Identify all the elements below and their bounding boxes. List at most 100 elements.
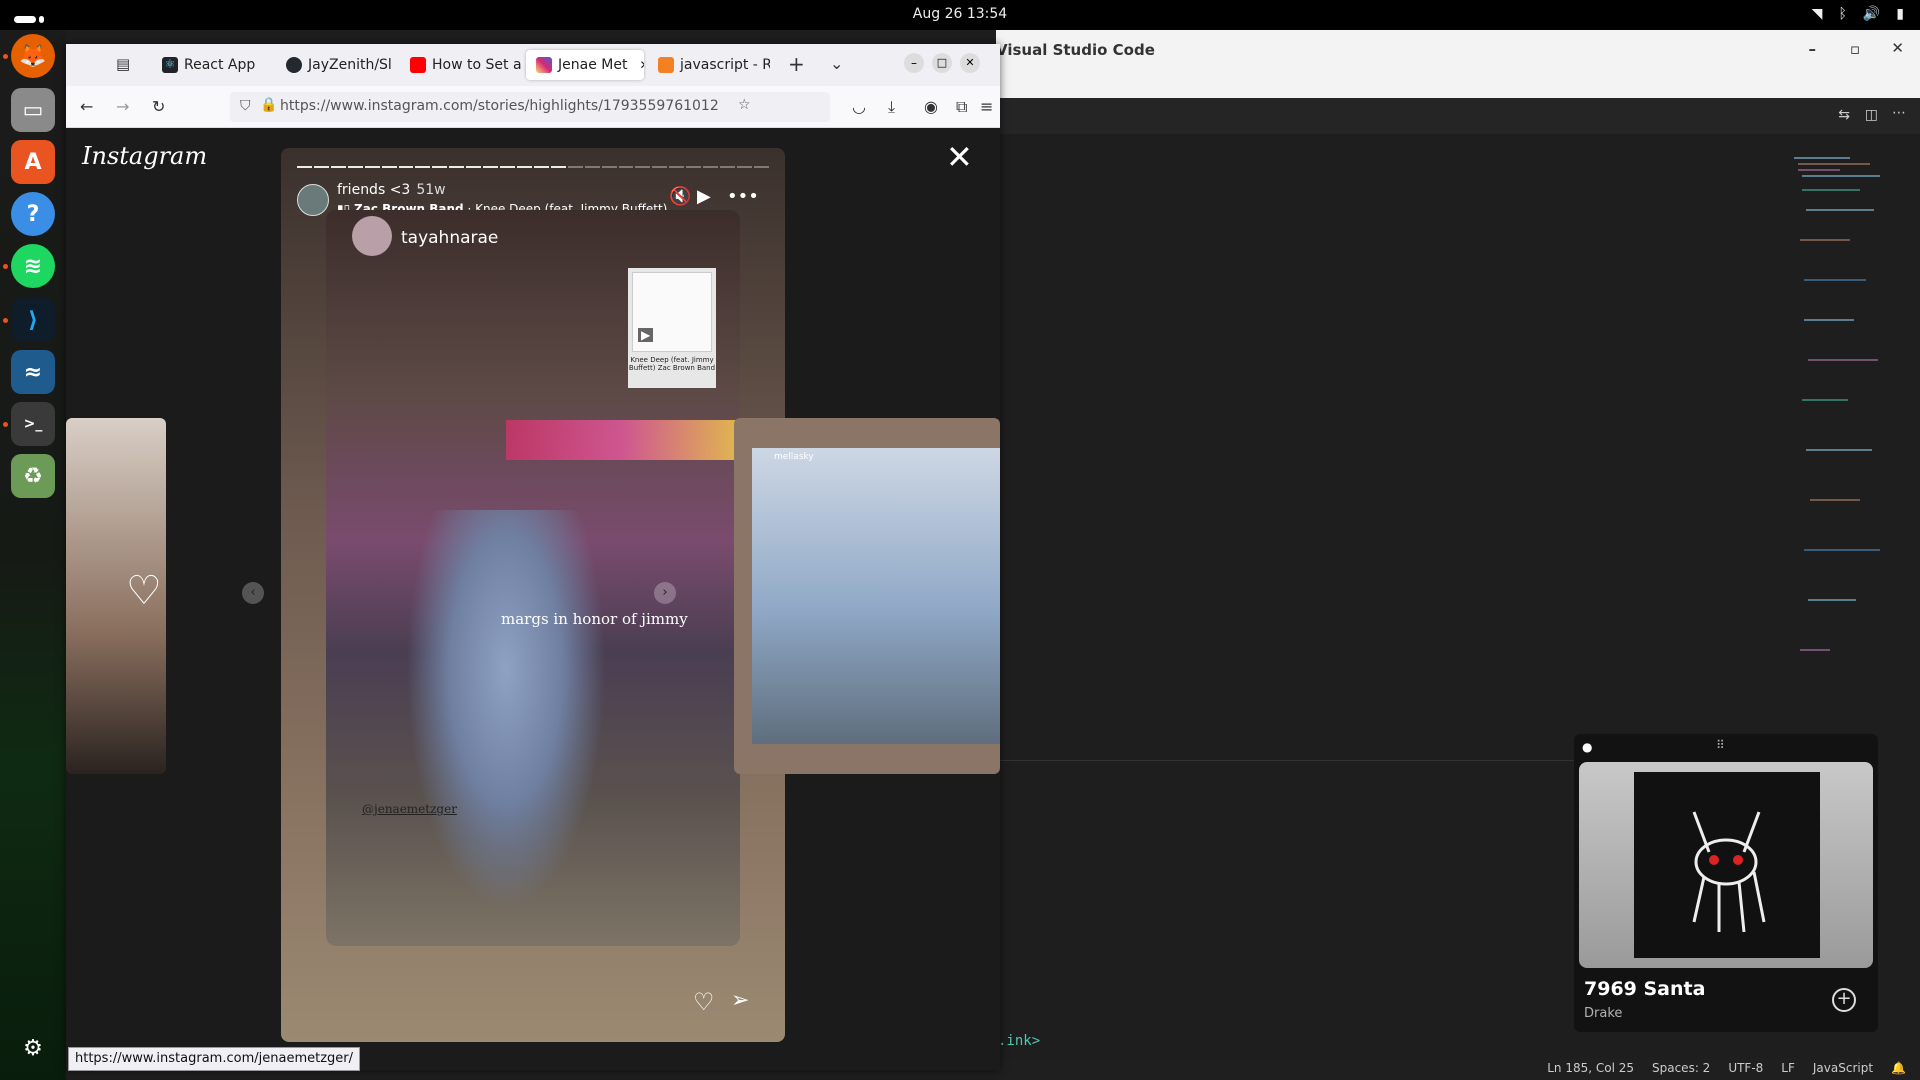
running-indicator	[3, 318, 8, 323]
wifi-icon: ◥	[1811, 6, 1823, 22]
close-tab-icon[interactable]: ✕	[639, 58, 644, 72]
minimize-icon[interactable]: –	[904, 53, 924, 73]
tagged-user-avatar	[352, 216, 392, 256]
maximize-icon[interactable]: □	[932, 53, 952, 73]
help-icon[interactable]: ?	[11, 192, 55, 236]
firefox-window: ▤ ⚛ React App JayZenith/Sl How to Set a …	[66, 44, 1000, 1070]
previous-story-preview[interactable]: ♡	[66, 418, 166, 774]
split-editor-icon[interactable]: ◫	[1865, 107, 1878, 123]
bluetooth-icon: ᛒ	[1838, 6, 1847, 22]
tab-react-app[interactable]: ⚛ React App	[152, 50, 274, 80]
firefox-view-icon[interactable]: ▤	[116, 55, 130, 73]
next-story-user: mellasky	[774, 452, 814, 462]
mention-link[interactable]: @jenaemetzger	[362, 802, 457, 816]
like-icon[interactable]: ♡	[693, 988, 715, 1016]
play-icon[interactable]: ▶	[697, 186, 711, 207]
track-artist[interactable]: Drake	[1584, 1006, 1622, 1021]
running-indicator	[3, 422, 8, 427]
miniplayer-close-icon[interactable]: ●	[1582, 740, 1592, 754]
menu-icon[interactable]: ≡	[980, 97, 993, 116]
new-tab-icon[interactable]: +	[788, 52, 805, 76]
react-icon: ⚛	[162, 57, 178, 73]
language-mode[interactable]: JavaScript	[1813, 1061, 1873, 1075]
account-icon[interactable]: ◉	[924, 97, 938, 116]
trash-icon[interactable]: ♻	[11, 454, 55, 498]
share-icon[interactable]: ➢	[731, 988, 749, 1013]
vscode-icon[interactable]: ⟩	[11, 298, 55, 342]
tab-stackoverflow[interactable]: javascript - R	[648, 50, 770, 80]
drag-handle-icon[interactable]: ⠿	[1716, 738, 1725, 752]
list-tabs-icon[interactable]: ⌄	[830, 54, 843, 73]
notifications-icon[interactable]: 🔔	[1891, 1061, 1906, 1075]
pocket-icon[interactable]: ◡	[852, 97, 866, 116]
bookmark-star-icon[interactable]: ☆	[738, 97, 751, 113]
reload-icon[interactable]: ↻	[152, 97, 165, 116]
music-sticker[interactable]: ▶ Knee Deep (feat. Jimmy Buffett) Zac Br…	[628, 268, 716, 388]
lock-icon[interactable]: 🔒	[260, 97, 277, 113]
story-media: tayahnarae ▶ Knee Deep (feat. Jimmy Buff…	[326, 210, 740, 946]
back-icon[interactable]: ←	[80, 97, 93, 116]
dock: 🦊 ▭ A ? ≋ ⟩ ≈ >_ ♻ ⚙	[0, 30, 66, 1080]
add-to-library-button[interactable]: +	[1832, 988, 1856, 1012]
files-icon[interactable]: ▭	[11, 88, 55, 132]
maximize-icon[interactable]: ▫	[1850, 40, 1860, 58]
stackoverflow-icon	[658, 57, 674, 73]
more-actions-icon[interactable]: ⋯	[1892, 105, 1906, 121]
instagram-logo[interactable]: Instagram	[82, 142, 207, 170]
app-center-icon[interactable]: A	[11, 140, 55, 184]
mysql-workbench-icon[interactable]: ≈	[11, 350, 55, 394]
indentation[interactable]: Spaces: 2	[1652, 1061, 1710, 1075]
clock[interactable]: Aug 26 13:54	[0, 6, 1920, 22]
story-age: 51w	[416, 182, 446, 198]
terminal-icon[interactable]: >_	[11, 402, 55, 446]
story-card[interactable]: friends <3 51w ▮▯ Zac Brown Band · Knee D…	[281, 148, 785, 1042]
album-cover	[1634, 772, 1820, 958]
downloads-icon[interactable]: ⤓	[888, 97, 895, 117]
sticker-play-icon[interactable]: ▶	[638, 328, 654, 342]
minimize-icon[interactable]: –	[1809, 40, 1817, 58]
instagram-stories-viewer: Instagram ✕ ♡ ‹ friends <3 51w ▮▯ Zac Bro…	[66, 128, 1000, 1070]
story-progress	[297, 166, 769, 168]
track-title[interactable]: 7969 Santa	[1584, 978, 1705, 1000]
address-bar[interactable]: ⛉ 🔒 https://www.instagram.com/stories/hi…	[230, 92, 830, 122]
tab-strip: ▤ ⚛ React App JayZenith/Sl How to Set a …	[66, 44, 1000, 86]
youtube-icon	[410, 57, 426, 73]
vscode-editor-tabs: ⇆ ◫ ⋯	[996, 98, 1920, 134]
vscode-title: Visual Studio Code	[996, 41, 1155, 59]
neon-signs	[506, 420, 740, 460]
tagged-user[interactable]: tayahnarae	[401, 228, 498, 248]
url-text[interactable]: https://www.instagram.com/stories/highli…	[280, 98, 720, 114]
tracking-protection-icon[interactable]: ⛉	[240, 98, 251, 114]
vscode-status-bar: Ln 185, Col 25 Spaces: 2 UTF-8 LF JavaSc…	[996, 1058, 1920, 1080]
minimap[interactable]	[1790, 150, 1890, 670]
tab-instagram[interactable]: Jenae Met ✕	[526, 50, 644, 80]
story-caption: margs in honor of jimmy	[501, 610, 688, 628]
previous-arrow-icon[interactable]: ‹	[242, 582, 264, 604]
close-window-icon[interactable]: ✕	[960, 53, 980, 73]
line-endings[interactable]: LF	[1781, 1061, 1795, 1075]
spotify-icon[interactable]: ≋	[11, 244, 55, 288]
close-icon[interactable]: ✕	[1891, 39, 1904, 57]
open-changes-icon[interactable]: ⇆	[1838, 107, 1850, 123]
mute-icon[interactable]: 🔇	[669, 186, 691, 207]
forward-icon[interactable]: →	[116, 97, 129, 116]
encoding[interactable]: UTF-8	[1728, 1061, 1763, 1075]
next-arrow-icon[interactable]: ›	[654, 582, 676, 604]
firefox-icon[interactable]: 🦊	[11, 34, 55, 78]
story-header: friends <3 51w	[337, 182, 446, 198]
code-fragment[interactable]: .ink>	[998, 1033, 1040, 1049]
more-options-icon[interactable]: •••	[727, 186, 759, 207]
extensions-icon[interactable]: ⧉	[956, 97, 967, 117]
sticker-caption: Knee Deep (feat. Jimmy Buffett) Zac Brow…	[628, 356, 716, 372]
system-status-area[interactable]: ◥ ᛒ 🔊 ▮	[1812, 6, 1904, 22]
next-story-preview[interactable]: mellasky	[734, 418, 1000, 774]
close-stories-icon[interactable]: ✕	[946, 138, 973, 176]
highlight-name[interactable]: friends <3	[337, 182, 410, 198]
cursor-position[interactable]: Ln 185, Col 25	[1547, 1061, 1634, 1075]
link-status-tooltip: https://www.instagram.com/jenaemetzger/	[68, 1047, 360, 1071]
running-indicator	[3, 264, 8, 269]
highlight-avatar[interactable]	[297, 184, 329, 216]
tab-youtube[interactable]: How to Set a	[400, 50, 522, 80]
tab-github[interactable]: JayZenith/Sl	[276, 50, 398, 80]
show-apps-icon[interactable]: ⚙	[11, 1026, 55, 1070]
